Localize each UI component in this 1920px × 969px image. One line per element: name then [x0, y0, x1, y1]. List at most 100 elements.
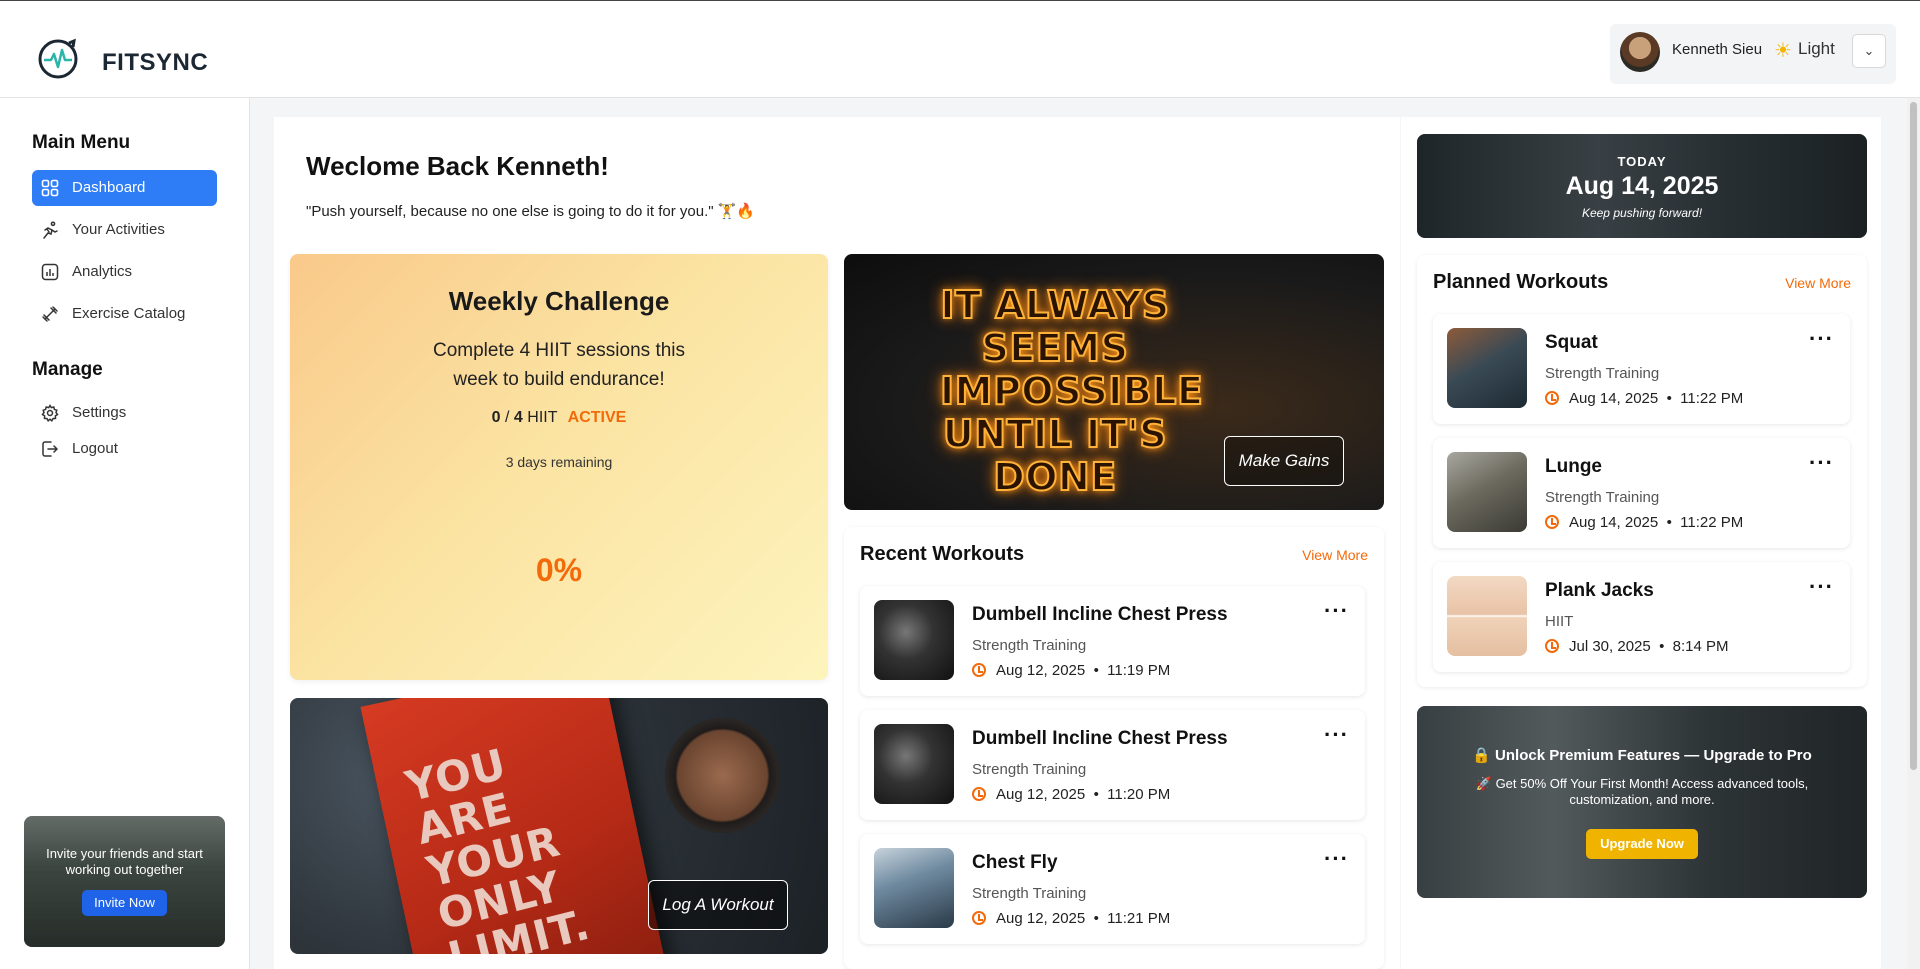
challenge-separator: / — [505, 409, 510, 426]
clock-icon — [1545, 515, 1559, 529]
invite-card: Invite your friends and start working ou… — [24, 816, 225, 947]
more-options-icon[interactable]: ··· — [1324, 600, 1349, 622]
premium-upgrade-card: 🔒 Unlock Premium Features — Upgrade to P… — [1417, 706, 1867, 898]
clock-icon — [1545, 639, 1559, 653]
list-item[interactable]: Lunge Strength Training Aug 14, 2025 • 1… — [1433, 438, 1850, 548]
neon-sign-text: IT ALWAYS SEEMS IMPOSSIBLE UNTIL IT'S DO… — [939, 283, 1204, 500]
sidebar-item-label: Your Activities — [72, 221, 165, 238]
main-menu-heading: Main Menu — [32, 132, 131, 153]
chevron-down-icon[interactable]: ⌄ — [1852, 34, 1886, 68]
motivational-quote: "Push yourself, because no one else is g… — [306, 203, 756, 220]
today-date: Aug 14, 2025 — [1565, 172, 1719, 200]
more-options-icon[interactable]: ··· — [1809, 452, 1834, 474]
sidebar-item-label: Settings — [72, 404, 127, 421]
workout-datetime: Aug 12, 2025 • 11:21 PM — [972, 910, 1170, 927]
weekly-challenge-card: Weekly Challenge Complete 4 HIIT session… — [290, 254, 828, 680]
clock-icon — [972, 787, 986, 801]
clock-icon — [972, 911, 986, 925]
workout-category: Strength Training — [972, 885, 1087, 902]
user-name: Kenneth Sieu — [1672, 41, 1763, 58]
challenge-title: Weekly Challenge — [448, 286, 670, 316]
workout-name: Chest Fly — [972, 852, 1058, 873]
more-options-icon[interactable]: ··· — [1324, 848, 1349, 870]
page-title: Weclome Back Kenneth! — [306, 151, 609, 181]
page-scrollbar[interactable] — [1907, 98, 1920, 969]
workout-category: HIIT — [1545, 613, 1574, 630]
dumbbell-icon — [42, 306, 58, 322]
invite-text: Invite your friends and start working ou… — [46, 846, 203, 877]
recent-workouts-panel: Recent Workouts View More Dumbell Inclin… — [844, 527, 1384, 969]
workout-datetime: Jul 30, 2025 • 8:14 PM — [1545, 638, 1729, 655]
today-label: TODAY — [1617, 154, 1667, 169]
challenge-description: Complete 4 HIIT sessions this week to bu… — [432, 340, 686, 390]
sidebar-item-logout[interactable]: Logout — [32, 431, 217, 467]
sidebar-item-label: Logout — [72, 440, 118, 457]
sun-icon: ☀ — [1774, 40, 1792, 62]
workout-datetime: Aug 14, 2025 • 11:22 PM — [1545, 390, 1743, 407]
workout-thumbnail — [1447, 576, 1527, 656]
challenge-done: 0 — [491, 409, 501, 426]
workout-thumbnail — [874, 600, 954, 680]
sidebar-item-settings[interactable]: Settings — [32, 395, 217, 431]
workout-thumbnail — [874, 848, 954, 928]
status-badge: ACTIVE — [567, 409, 627, 426]
sidebar-item-exercise-catalog[interactable]: Exercise Catalog — [32, 296, 217, 332]
sidebar-item-label: Exercise Catalog — [72, 305, 186, 322]
workout-name: Plank Jacks — [1545, 580, 1654, 601]
invite-now-button[interactable]: Invite Now — [82, 890, 167, 916]
workout-thumbnail — [874, 724, 954, 804]
clock-icon — [1545, 391, 1559, 405]
top-bar: FITSYNC Kenneth Sieu ☀ Light ⌄ — [0, 0, 1920, 98]
challenge-percent: 0% — [535, 552, 583, 588]
workout-name: Dumbell Incline Chest Press — [972, 604, 1228, 625]
workout-datetime: Aug 14, 2025 • 11:22 PM — [1545, 514, 1743, 531]
challenge-progress: 0 / 4 HIIT ACTIVE — [290, 409, 828, 427]
list-item[interactable]: Dumbell Incline Chest Press Strength Tra… — [860, 710, 1365, 820]
logout-icon — [42, 441, 59, 457]
list-item[interactable]: Squat Strength Training Aug 14, 2025 • 1… — [1433, 314, 1850, 424]
list-item[interactable]: Chest Fly Strength Training Aug 12, 2025… — [860, 834, 1365, 944]
list-item[interactable]: Plank Jacks HIIT Jul 30, 2025 • 8:14 PM … — [1433, 562, 1850, 672]
workout-datetime: Aug 12, 2025 • 11:19 PM — [972, 662, 1170, 679]
recent-view-more-link[interactable]: View More — [1302, 547, 1368, 563]
main-content: Weclome Back Kenneth! "Push yourself, be… — [274, 117, 1400, 969]
make-gains-button[interactable]: Make Gains — [1224, 436, 1344, 486]
log-workout-button[interactable]: Log A Workout — [648, 880, 788, 930]
list-item[interactable]: Dumbell Incline Chest Press Strength Tra… — [860, 586, 1365, 696]
workout-thumbnail — [1447, 328, 1527, 408]
more-options-icon[interactable]: ··· — [1809, 328, 1834, 350]
more-options-icon[interactable]: ··· — [1324, 724, 1349, 746]
workout-name: Squat — [1545, 332, 1598, 353]
premium-title: 🔒 Unlock Premium Features — Upgrade to P… — [1472, 747, 1812, 764]
upgrade-now-button[interactable]: Upgrade Now — [1586, 829, 1698, 859]
running-icon — [43, 221, 58, 239]
avatar[interactable] — [1620, 32, 1660, 72]
workout-category: Strength Training — [972, 761, 1087, 778]
more-options-icon[interactable]: ··· — [1809, 576, 1834, 598]
premium-description: 🚀 Get 50% Off Your First Month! Access a… — [1475, 776, 1809, 807]
gear-icon — [41, 404, 59, 422]
sidebar-item-analytics[interactable]: Analytics — [32, 254, 217, 290]
user-menu[interactable]: Kenneth Sieu ☀ Light ⌄ — [1610, 24, 1896, 84]
fitsync-logo-icon[interactable] — [36, 37, 80, 81]
sidebar-item-dashboard[interactable]: Dashboard — [32, 170, 217, 206]
motivation-banner: IT ALWAYS SEEMS IMPOSSIBLE UNTIL IT'S DO… — [844, 254, 1384, 510]
challenge-type: HIIT — [527, 409, 558, 426]
challenge-remaining: 3 days remaining — [505, 454, 613, 470]
workout-category: Strength Training — [1545, 489, 1660, 506]
theme-label[interactable]: Light — [1798, 39, 1835, 59]
workout-datetime: Aug 12, 2025 • 11:20 PM — [972, 786, 1170, 803]
sidebar-item-activities[interactable]: Your Activities — [32, 212, 217, 248]
scrollbar-thumb[interactable] — [1910, 102, 1917, 770]
planned-workouts-panel: Planned Workouts View More Squat Strengt… — [1417, 255, 1867, 687]
log-workout-banner: YOU ARE YOUR ONLY LIMIT. Log A Workout — [290, 698, 828, 954]
workout-category: Strength Training — [972, 637, 1087, 654]
coffee-mug-image — [665, 718, 780, 833]
brand-name[interactable]: FITSYNC — [102, 49, 208, 77]
workout-thumbnail — [1447, 452, 1527, 532]
sidebar-item-label: Analytics — [72, 263, 133, 280]
workout-category: Strength Training — [1545, 365, 1660, 382]
sidebar-item-label: Dashboard — [72, 179, 146, 196]
right-panel: TODAY Aug 14, 2025 Keep pushing forward!… — [1401, 117, 1881, 969]
planned-view-more-link[interactable]: View More — [1785, 275, 1851, 291]
